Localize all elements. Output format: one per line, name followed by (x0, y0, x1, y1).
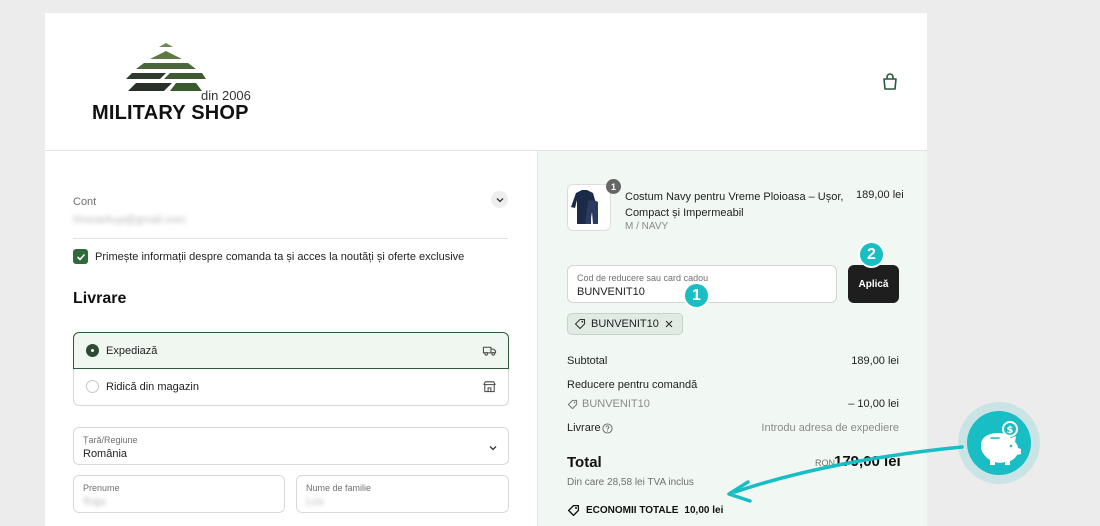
close-icon[interactable] (664, 319, 674, 329)
help-circle-icon[interactable] (602, 423, 613, 434)
piggy-bank-badge: $ (967, 411, 1031, 475)
checkout-header: din 2006 MILITARY SHOP (45, 13, 927, 151)
piggy-bank-icon: $ (981, 421, 1021, 465)
step-marker-2: 2 (858, 241, 885, 268)
apply-discount-button[interactable]: Aplică (848, 265, 899, 303)
tag-icon (567, 399, 578, 410)
shipping-option-pickup[interactable]: Ridică din magazin (73, 369, 509, 406)
shipping-option-label: Expediază (106, 345, 158, 357)
first-name-value: Raja (83, 496, 106, 508)
step-marker-1: 1 (683, 282, 710, 309)
shipping-label: Livrare (567, 422, 601, 434)
last-name-field[interactable]: Nume de familie Los (296, 475, 509, 513)
checkmark-icon (76, 253, 85, 261)
last-name-label: Nume de familie (306, 483, 372, 493)
total-savings: ECONOMII TOTALE 10,00 lei (567, 504, 723, 517)
radio-unselected[interactable] (86, 380, 99, 393)
navy-suit-image (571, 190, 598, 224)
tag-icon (567, 504, 580, 517)
country-select[interactable]: Țară/Regiune România (73, 427, 509, 465)
vat-text: Din care 28,58 lei TVA inclus (567, 477, 694, 488)
svg-text:$: $ (1007, 425, 1014, 436)
first-name-field[interactable]: Prenume Raja (73, 475, 285, 513)
truck-icon (482, 346, 497, 356)
newsletter-label: Primește informații despre comanda ta și… (95, 251, 465, 263)
discount-row: Reducere pentru comandă (567, 379, 899, 391)
tag-icon (574, 318, 586, 330)
radio-selected[interactable] (86, 344, 99, 357)
logo-since-text: din 2006 (201, 88, 251, 103)
military-shop-logo[interactable]: din 2006 MILITARY SHOP (90, 41, 251, 126)
shipping-value: Introdu adresa de expediere (761, 422, 899, 434)
country-value: România (83, 448, 128, 460)
account-email: hhsoarkup@gmail.com (73, 214, 186, 226)
chevron-down-icon (496, 197, 503, 202)
shipping-option-label: Ridică din magazin (106, 381, 199, 393)
checkout-page: din 2006 MILITARY SHOP Cont hhsoarkup@gm… (45, 13, 927, 526)
total-value: 179,00 lei (834, 453, 901, 470)
product-name: Costum Navy pentru Vreme Ploioasa – Ușor… (625, 191, 844, 219)
shipping-row: Livrare Introdu adresa de expediere (567, 422, 899, 434)
total-label: Total (567, 454, 602, 471)
product-quantity-badge: 1 (606, 179, 621, 194)
savings-value: 10,00 lei (684, 505, 724, 516)
discount-code-placeholder: Cod de reducere sau card cadou (577, 273, 709, 283)
first-name-label: Prenume (83, 483, 120, 493)
subtotal-row: Subtotal 189,00 lei (567, 355, 899, 367)
discount-label: Reducere pentru comandă (567, 379, 698, 391)
product-variant: M / NAVY (625, 221, 669, 232)
delivery-title: Livrare (73, 290, 127, 307)
store-icon (483, 381, 496, 393)
product-thumbnail: 1 (567, 179, 621, 231)
last-name-value: Los (306, 496, 324, 508)
account-menu-button[interactable] (491, 191, 508, 208)
discount-code-label: BUNVENIT10 (582, 398, 650, 410)
savings-label: ECONOMII TOTALE (586, 505, 679, 516)
cart-button[interactable] (879, 71, 901, 93)
subtotal-label: Subtotal (567, 355, 608, 367)
applied-discount-chip: BUNVENIT10 (567, 313, 683, 335)
country-label: Țară/Regiune (83, 435, 138, 445)
newsletter-checkbox[interactable] (73, 249, 88, 264)
total-currency: RON (815, 458, 835, 468)
discount-value: – 10,00 lei (848, 398, 899, 410)
savings-callout: $ (958, 402, 1040, 484)
chevron-down-icon (489, 446, 497, 451)
subtotal-value: 189,00 lei (851, 355, 899, 367)
applied-discount-code: BUNVENIT10 (591, 318, 659, 330)
account-label: Cont (73, 196, 97, 208)
order-summary: 1 Costum Navy pentru Vreme Ploioasa – Uș… (537, 151, 927, 526)
discount-code-value: BUNVENIT10 (577, 286, 645, 298)
checkout-form: Cont hhsoarkup@gmail.com Primește inform… (45, 151, 537, 526)
divider (73, 238, 508, 239)
logo-text: MILITARY SHOP (92, 102, 249, 124)
shopping-bag-icon (883, 73, 897, 90)
product-price: 189,00 lei (856, 189, 904, 201)
shipping-option-expediaza[interactable]: Expediază (73, 332, 509, 369)
